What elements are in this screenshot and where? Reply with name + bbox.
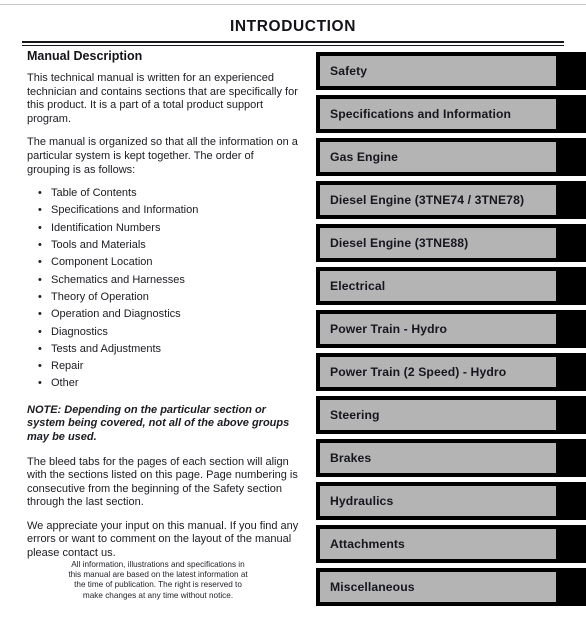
page-title: INTRODUCTION bbox=[229, 18, 357, 35]
header-rule-thick bbox=[22, 41, 564, 43]
list-item-label: Component Location bbox=[51, 256, 153, 269]
section-tab-gas-engine[interactable]: Gas Engine bbox=[316, 138, 586, 176]
manual-description-note: NOTE: Depending on the particular sectio… bbox=[27, 403, 290, 443]
manual-description-paragraph-1: This technical manual is written for an … bbox=[27, 72, 298, 125]
list-item-label: Identification Numbers bbox=[51, 221, 161, 234]
list-item-label: Repair bbox=[51, 360, 84, 373]
bullet-icon: • bbox=[38, 342, 42, 355]
list-item-label: Tools and Materials bbox=[51, 239, 146, 252]
section-tab-power-train-2-speed-hydro[interactable]: Power Train (2 Speed) - Hydro bbox=[316, 353, 586, 391]
section-tab-label: Diesel Engine (3TNE74 / 3TNE78) bbox=[330, 193, 525, 207]
bullet-icon: • bbox=[38, 308, 42, 321]
bullet-icon: • bbox=[38, 187, 42, 200]
section-tab-label: Steering bbox=[330, 408, 380, 422]
section-tab-fill: Attachments bbox=[320, 529, 556, 559]
publication-disclaimer: All information, illustrations and speci… bbox=[68, 560, 248, 600]
section-tab-fill: Steering bbox=[320, 400, 556, 430]
list-item: • Tools and Materials bbox=[27, 239, 299, 256]
page-top-edge-line bbox=[0, 4, 586, 5]
manual-description-paragraph-4: We appreciate your input on this manual.… bbox=[27, 519, 299, 560]
section-tab-label: Power Train (2 Speed) - Hydro bbox=[330, 365, 507, 379]
list-item-label: Specifications and Information bbox=[51, 204, 199, 217]
list-item: • Other bbox=[27, 377, 299, 394]
manual-description-column: Manual Description This technical manual… bbox=[27, 50, 299, 571]
list-item-label: Theory of Operation bbox=[51, 290, 149, 303]
list-item: • Tests and Adjustments bbox=[27, 343, 299, 360]
section-tab-label: Safety bbox=[330, 64, 368, 78]
manual-description-paragraph-3: The bleed tabs for the pages of each sec… bbox=[27, 455, 298, 509]
section-tab-fill: Power Train (2 Speed) - Hydro bbox=[320, 357, 556, 387]
list-item: • Identification Numbers bbox=[27, 222, 299, 239]
bullet-icon: • bbox=[38, 360, 42, 373]
bullet-icon: • bbox=[38, 221, 42, 234]
section-tab-list: Safety Specifications and Information Ga… bbox=[316, 52, 586, 611]
bullet-icon: • bbox=[38, 273, 42, 286]
manual-description-paragraph-2: The manual is organized so that all the … bbox=[27, 136, 298, 176]
section-tab-label: Hydraulics bbox=[330, 494, 394, 508]
section-tab-label: Gas Engine bbox=[330, 150, 399, 164]
section-tab-fill: Gas Engine bbox=[320, 142, 556, 172]
section-tab-hydraulics[interactable]: Hydraulics bbox=[316, 482, 586, 520]
list-item: • Diagnostics bbox=[27, 326, 299, 343]
list-item-label: Table of Contents bbox=[51, 187, 137, 200]
section-tab-electrical[interactable]: Electrical bbox=[316, 267, 586, 305]
section-tab-diesel-engine-3tne88[interactable]: Diesel Engine (3TNE88) bbox=[316, 224, 586, 262]
section-tab-fill: Electrical bbox=[320, 271, 556, 301]
manual-description-heading: Manual Description bbox=[27, 50, 143, 63]
section-tab-miscellaneous[interactable]: Miscellaneous bbox=[316, 568, 586, 606]
section-tab-fill: Hydraulics bbox=[320, 486, 556, 516]
section-tab-label: Specifications and Information bbox=[330, 107, 512, 121]
list-item-label: Diagnostics bbox=[51, 325, 108, 338]
bullet-icon: • bbox=[38, 239, 42, 252]
section-tab-safety[interactable]: Safety bbox=[316, 52, 586, 90]
bullet-icon: • bbox=[38, 256, 42, 269]
section-tab-fill: Miscellaneous bbox=[320, 572, 556, 602]
section-tab-label: Brakes bbox=[330, 451, 372, 465]
section-tab-fill: Power Train - Hydro bbox=[320, 314, 556, 344]
section-tab-fill: Safety bbox=[320, 56, 556, 86]
list-item: • Component Location bbox=[27, 256, 299, 273]
list-item: • Operation and Diagnostics bbox=[27, 308, 299, 325]
section-tab-fill: Diesel Engine (3TNE74 / 3TNE78) bbox=[320, 185, 556, 215]
bullet-icon: • bbox=[38, 204, 42, 217]
section-tab-fill: Brakes bbox=[320, 443, 556, 473]
list-item-label: Schematics and Harnesses bbox=[51, 273, 185, 286]
list-item: • Table of Contents bbox=[27, 187, 299, 204]
section-tab-label: Electrical bbox=[330, 279, 386, 293]
list-item-label: Tests and Adjustments bbox=[51, 342, 162, 355]
section-tab-label: Diesel Engine (3TNE88) bbox=[330, 236, 469, 250]
grouping-order-list: • Table of Contents • Specifications and I… bbox=[27, 187, 299, 395]
section-tab-power-train-hydro[interactable]: Power Train - Hydro bbox=[316, 310, 586, 348]
list-item-label: Other bbox=[51, 377, 79, 390]
section-tab-brakes[interactable]: Brakes bbox=[316, 439, 586, 477]
list-item-label: Operation and Diagnostics bbox=[51, 308, 181, 321]
header-rule-thin bbox=[22, 45, 564, 46]
manual-page: INTRODUCTION Manual Description This tec… bbox=[0, 0, 586, 623]
section-tab-fill: Specifications and Information bbox=[320, 99, 556, 129]
section-tab-label: Miscellaneous bbox=[330, 580, 415, 594]
list-item: • Schematics and Harnesses bbox=[27, 274, 299, 291]
section-tab-label: Power Train - Hydro bbox=[330, 322, 448, 336]
section-tab-specifications-and-information[interactable]: Specifications and Information bbox=[316, 95, 586, 133]
list-item: • Theory of Operation bbox=[27, 291, 299, 308]
bullet-icon: • bbox=[38, 325, 42, 338]
section-tab-diesel-engine-3tne74-3tne78[interactable]: Diesel Engine (3TNE74 / 3TNE78) bbox=[316, 181, 586, 219]
list-item: • Repair bbox=[27, 360, 299, 377]
section-tab-attachments[interactable]: Attachments bbox=[316, 525, 586, 563]
bullet-icon: • bbox=[38, 377, 42, 390]
section-tab-steering[interactable]: Steering bbox=[316, 396, 586, 434]
bullet-icon: • bbox=[38, 290, 42, 303]
list-item: • Specifications and Information bbox=[27, 204, 299, 221]
section-tab-fill: Diesel Engine (3TNE88) bbox=[320, 228, 556, 258]
section-tab-label: Attachments bbox=[330, 537, 405, 551]
